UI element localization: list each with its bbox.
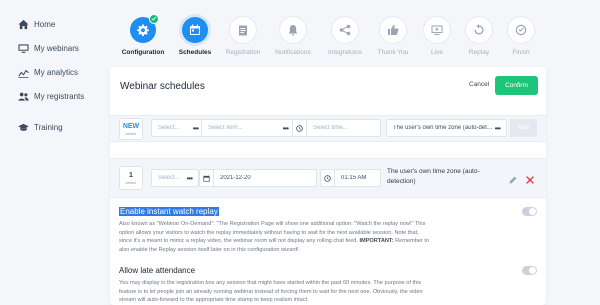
bell-icon: [288, 25, 298, 36]
select-placeholder: Select item...: [208, 125, 243, 131]
sidebar-item-label: My registrants: [34, 92, 85, 101]
step-label: Live: [431, 49, 443, 56]
calendar-icon: [190, 24, 200, 35]
description-line: stream will auto-forward to the appropri…: [119, 297, 309, 304]
select-placeholder: Select...: [158, 125, 180, 131]
step-circle: [280, 17, 306, 43]
delete-icon[interactable]: [526, 176, 534, 184]
replay-icon: [474, 24, 484, 35]
step-finish[interactable]: Finish: [491, 17, 551, 56]
new-schedule-row: NEW series Select... ••• Select item... …: [110, 115, 546, 142]
page-title: Webinar schedules: [120, 81, 205, 92]
completed-check-icon: [149, 14, 159, 24]
step-configuration[interactable]: Configuration: [113, 14, 173, 56]
step-label: Replay: [468, 49, 490, 56]
step-notifications[interactable]: Notifications: [263, 17, 323, 56]
date-input[interactable]: 2021-12-20: [199, 169, 317, 187]
pencil-icon[interactable]: [509, 176, 517, 184]
more-icon: •••: [494, 123, 501, 133]
late-attendance-toggle[interactable]: [522, 266, 537, 275]
series-type-select[interactable]: Select... •••: [151, 119, 205, 137]
description-line: also enable the Replay session itself la…: [119, 246, 299, 253]
monitor-icon: [18, 44, 29, 53]
live-screen-icon: [431, 25, 443, 35]
sidebar-item-home[interactable]: Home: [18, 19, 55, 30]
step-circle: [182, 17, 208, 43]
badge-sub-label: series: [125, 130, 137, 136]
description-line: You may display in the registration box …: [119, 280, 422, 286]
series-type-select[interactable]: Select... •••: [151, 169, 199, 187]
step-label: Integrations: [328, 49, 362, 56]
time-value: 01:15 AM: [341, 175, 367, 181]
description-line: option allows your visitors to watch the…: [119, 229, 419, 236]
clock-icon: [321, 170, 335, 186]
timezone-select[interactable]: The user's own time zone (auto-detection…: [386, 119, 507, 137]
share-icon: [339, 24, 351, 36]
late-attendance-description: You may display in the registration box …: [119, 279, 523, 305]
late-attendance-title: Allow late attendance: [119, 266, 196, 275]
sidebar-item-my-webinars[interactable]: My webinars: [18, 43, 79, 54]
analytics-icon: [18, 69, 29, 78]
description-line: feature is to let people join an already…: [119, 288, 423, 295]
schedule-row: 1 series Select... ••• 2021-12-20 01:15 …: [110, 158, 546, 198]
timezone-line: detection): [387, 178, 416, 186]
step-circle: [230, 17, 256, 43]
home-icon: [18, 19, 29, 30]
description-line: Also known as "Webinar On-Demand": "The …: [119, 221, 426, 227]
sidebar: Home My webinars My analytics My registr…: [0, 0, 100, 305]
step-label: Registration: [225, 49, 261, 56]
series-number-badge: 1 series: [119, 166, 143, 190]
sidebar-item-label: My webinars: [34, 44, 79, 53]
more-icon: •••: [186, 173, 193, 183]
description-line: since it's a meant to mimic a replay vid…: [119, 238, 430, 245]
select-placeholder: Select time...: [313, 125, 348, 131]
step-circle: [466, 17, 492, 43]
step-circle: [332, 17, 358, 43]
step-label: Finish: [512, 49, 530, 56]
badge-label: NEW: [122, 122, 140, 130]
date-value: 2021-12-20: [220, 175, 251, 181]
time-select[interactable]: Select time...: [292, 119, 381, 137]
calendar-icon: [200, 170, 214, 186]
select-placeholder: Select...: [158, 175, 180, 181]
schedules-card: Webinar schedules Cancel Confirm NEW ser…: [110, 67, 546, 305]
item-select[interactable]: Select item... •••: [201, 119, 295, 137]
add-schedule-button[interactable]: Add: [510, 119, 537, 137]
gear-icon: [137, 24, 149, 36]
new-series-badge: NEW series: [119, 118, 143, 140]
sidebar-item-my-analytics[interactable]: My analytics: [18, 67, 78, 78]
users-icon: [18, 92, 29, 101]
confirm-button[interactable]: Confirm: [495, 76, 538, 95]
step-label: Thank You: [377, 49, 409, 56]
sidebar-item-label: Training: [34, 123, 63, 132]
sidebar-item-label: My analytics: [34, 68, 79, 77]
instant-replay-title: Enable instant watch replay: [119, 207, 219, 216]
step-circle: [508, 17, 534, 43]
time-input[interactable]: 01:15 AM: [320, 169, 381, 187]
graduation-cap-icon: [18, 123, 29, 131]
cancel-button[interactable]: Cancel: [469, 81, 489, 88]
step-circle: [380, 17, 406, 43]
important-label: IMPORTANT:: [359, 238, 394, 245]
check-circle-icon: [515, 24, 527, 36]
timezone-label: The user's own time zone (auto- detectio…: [387, 167, 480, 187]
step-label: Notifications: [275, 49, 311, 56]
sidebar-item-training[interactable]: Training: [18, 122, 63, 133]
timezone-value: The user's own time zone (auto-detection…: [393, 125, 495, 131]
step-label: Configuration: [121, 49, 165, 56]
clock-icon: [293, 120, 307, 136]
instant-replay-toggle[interactable]: [522, 207, 537, 216]
badge-label: 1: [129, 171, 133, 179]
step-label: Schedules: [178, 49, 212, 56]
sidebar-item-my-registrants[interactable]: My registrants: [18, 91, 84, 102]
instant-replay-description: Also known as "Webinar On-Demand": "The …: [119, 220, 523, 255]
step-circle: [424, 17, 450, 43]
badge-sub-label: series: [125, 179, 137, 185]
step-circle: [130, 14, 159, 43]
timezone-line: The user's own time zone (auto-: [387, 168, 480, 175]
sidebar-item-label: Home: [34, 20, 56, 29]
clipboard-icon: [239, 25, 247, 36]
thumbs-up-icon: [388, 25, 399, 35]
